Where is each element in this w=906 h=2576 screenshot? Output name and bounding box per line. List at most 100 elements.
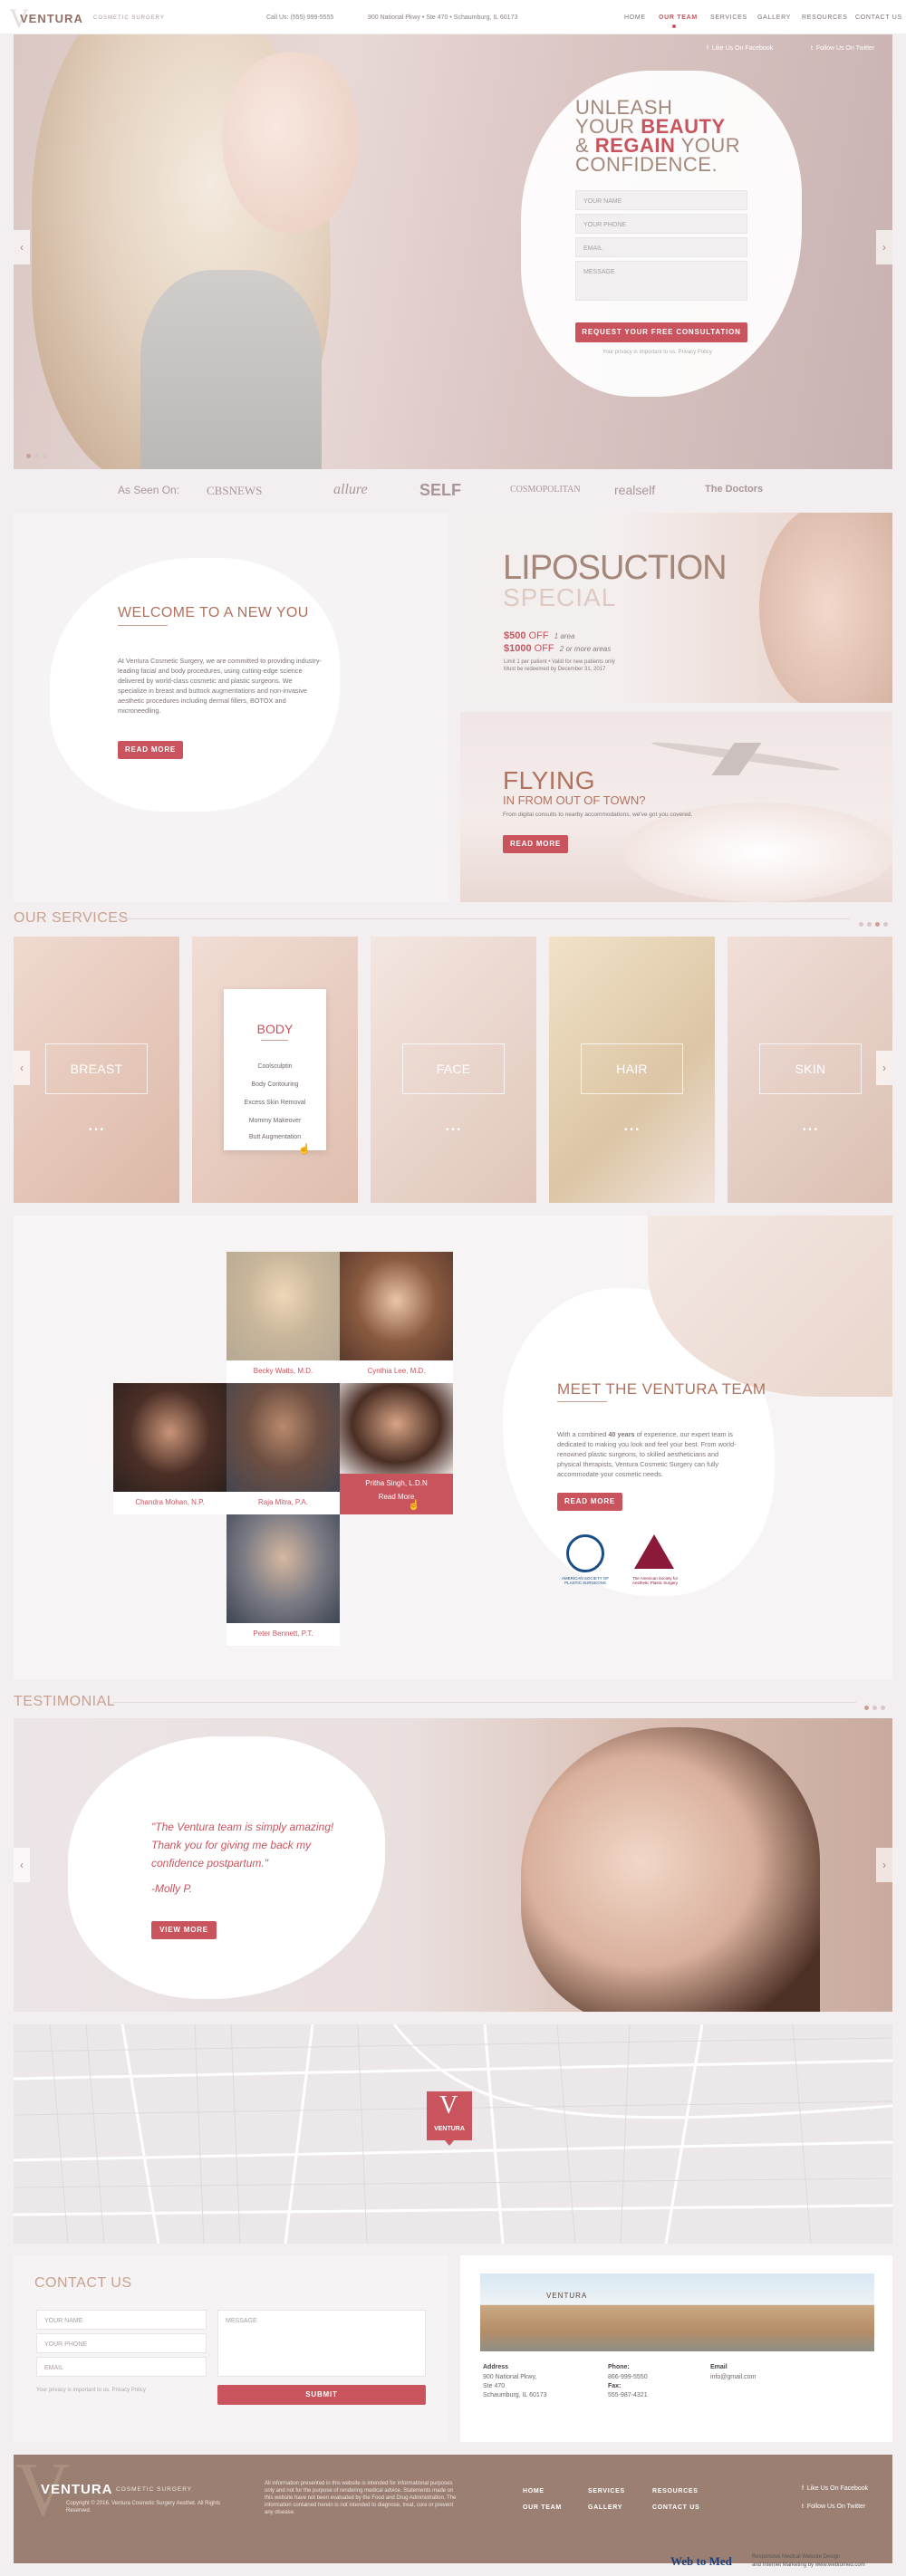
hero-social-twitter[interactable]: t Follow Us On Twitter [811,45,874,52]
footer-brand-subtitle: COSMETIC SURGERY [116,2486,193,2493]
brand-name[interactable]: VENTURA [20,12,83,25]
location-map[interactable]: V VENTURA [14,2024,892,2244]
site-footer: V VENTURA COSMETIC SURGERY Copyright © 2… [14,2455,892,2563]
webtomed-credit[interactable]: Web to Med Responsive Medical Website De… [670,2551,906,2576]
lipo-torso-image [759,513,892,703]
asps-badge [566,1534,604,1572]
hero-prev-arrow[interactable]: ‹ [14,230,30,264]
logo-the-doctors: The Doctors [705,484,764,495]
header-phone[interactable]: Call Us: (555) 999-5555 [266,14,333,21]
nav-resources[interactable]: RESOURCES [802,14,848,21]
footer-brand[interactable]: VENTURA [41,2482,113,2497]
footer-link-home[interactable]: HOME [523,2488,545,2494]
body-menu-body-contouring[interactable]: Body Contouring [224,1081,326,1088]
hero-next-arrow[interactable]: › [876,230,892,264]
hero-social-facebook[interactable]: f Like Us On Facebook [707,45,773,52]
contact-info-panel: VENTURA Address 900 National Pkwy, Ste 4… [460,2255,892,2442]
contact-phone-field[interactable]: YOUR PHONE [36,2333,207,2353]
lipo-fine-print-2: Must be redeemed by December 31, 2017 [504,667,606,672]
body-menu-mommy-makeover[interactable]: Mommy Makeover [224,1118,326,1124]
service-card-face[interactable]: FACE • • • [371,937,536,1203]
footer-link-gallery[interactable]: GALLERY [588,2504,622,2511]
lipo-title-2: SPECIAL [503,583,617,611]
nav-gallery[interactable]: GALLERY [757,14,791,21]
nav-active-underline [672,24,676,28]
team-card-peter-bennett[interactable]: Peter Bennett, P.T. [226,1514,340,1646]
nav-contact-us[interactable]: CONTACT US [855,14,902,21]
address-line-3: Schaumburg, IL 60173 [483,2392,547,2398]
footer-twitter-link[interactable]: t Follow Us On Twitter [802,2504,865,2510]
nav-services[interactable]: SERVICES [710,14,747,21]
testimonial-dots[interactable] [861,1698,885,1715]
fax-label: Fax: [608,2383,622,2389]
team-title: MEET THE VENTURA TEAM [557,1380,766,1398]
team-name: Raja Mitra, P.A. [258,1498,308,1506]
phone-value[interactable]: 866-999-5550 [608,2374,648,2380]
testimonial-prev-arrow[interactable]: ‹ [14,1848,30,1882]
hero-phone-field[interactable]: YOUR PHONE [575,214,747,234]
team-card-chandra-mohan[interactable]: Chandra Mohan, N.P. [113,1383,226,1514]
testimonial-heading-rule [113,1702,856,1703]
flying-read-more-button[interactable]: READ MORE [503,835,568,853]
team-read-more-button[interactable]: READ MORE [557,1493,622,1511]
hero-top-image [140,270,322,469]
hero-slider-dots[interactable] [23,447,47,463]
services-prev-arrow[interactable]: ‹ [14,1051,30,1085]
view-more-button[interactable]: VIEW MORE [151,1921,217,1939]
headline-line-1: UNLEASH [575,96,673,119]
welcome-read-more-button[interactable]: READ MORE [118,741,183,759]
logo-self: SELF [419,481,462,499]
service-card-hair[interactable]: HAIR • • • [549,937,715,1203]
brand-subtitle: COSMETIC SURGERY [93,15,165,21]
map-pin-tip [445,2140,454,2146]
office-building-image [480,2273,874,2351]
hero-name-field[interactable]: YOUR NAME [575,190,747,210]
team-card-pritha-singh[interactable]: Pritha Singh, L.D.N Read More ☝ [340,1383,453,1514]
header-address: 900 National Pkwy • Ste 470 • Schaumburg… [368,14,518,21]
footer-facebook-link[interactable]: f Like Us On Facebook [802,2485,868,2492]
email-value[interactable]: info@gmail.com [710,2374,756,2380]
flying-panel: FLYING IN FROM OUT OF TOWN? From digital… [460,712,892,902]
team-read-more-link[interactable]: Read More [340,1493,453,1501]
nav-home[interactable]: HOME [624,14,646,21]
hero-email-field[interactable]: EMAIL [575,237,747,257]
services-next-arrow[interactable]: › [876,1051,892,1085]
team-card-cynthia-lee[interactable]: Cynthia Lee, M.D. [340,1252,453,1383]
team-name: Peter Bennett, P.T. [253,1629,313,1638]
hand-cursor-icon: ☝ [408,1500,420,1511]
team-card-raja-mitra[interactable]: Raja Mitra, P.A. [226,1383,340,1514]
team-card-becky-watts[interactable]: Becky Watts, M.D. [226,1252,340,1383]
footer-link-services[interactable]: SERVICES [588,2488,625,2494]
lipo-offer-1: $500 OFF 1 area [504,630,575,641]
hero-privacy-note[interactable]: Your privacy is important to us. Privacy… [602,350,712,355]
hero-message-field[interactable]: MESSAGE [575,261,747,301]
webtomed-line-2: and Internet Marketing by www.webtomed.c… [752,2562,865,2568]
team-name: Pritha Singh, L.D.N [365,1479,428,1487]
footer-link-our-team[interactable]: OUR TEAM [523,2504,562,2511]
body-menu-coolsculpting[interactable]: Coolsculptin [224,1063,326,1070]
hero-banner: f Like Us On Facebook t Follow Us On Twi… [14,34,892,469]
service-card-breast[interactable]: BREAST • • • [14,937,179,1203]
footer-link-contact-us[interactable]: CONTACT US [652,2504,699,2511]
contact-email-field[interactable]: EMAIL [36,2357,207,2377]
lipo-offer-2: $1000 OFF 2 or more areas [504,643,612,654]
twitter-icon: t [802,2504,804,2510]
welcome-panel: WELCOME TO A NEW YOU At Ventura Cosmetic… [14,513,448,902]
team-photo [226,1514,340,1623]
service-card-body[interactable]: BODY Coolsculptin Body Contouring Excess… [192,937,358,1203]
contact-privacy-note[interactable]: Your privacy is important to us. Privacy… [36,2388,146,2393]
body-menu-butt-augmentation[interactable]: Butt Augmentation [224,1134,326,1140]
service-card-skin[interactable]: SKIN • • • [728,937,892,1203]
contact-name-field[interactable]: YOUR NAME [36,2310,207,2330]
carousel-more-dots: • • • [803,1125,818,1135]
testimonial-panel: "The Ventura team is simply amazing! Tha… [14,1718,892,2012]
testimonial-next-arrow[interactable]: › [876,1848,892,1882]
contact-submit-button[interactable]: SUBMIT [217,2385,426,2405]
footer-link-resources[interactable]: RESOURCES [652,2488,699,2494]
services-dots[interactable] [855,915,888,931]
body-menu-excess-skin-removal[interactable]: Excess Skin Removal [224,1100,326,1106]
request-consultation-button[interactable]: REQUEST YOUR FREE CONSULTATION [575,322,747,342]
nav-our-team[interactable]: OUR TEAM [659,14,698,21]
contact-message-field[interactable]: MESSAGE [217,2310,426,2377]
email-label: Email [710,2364,728,2370]
